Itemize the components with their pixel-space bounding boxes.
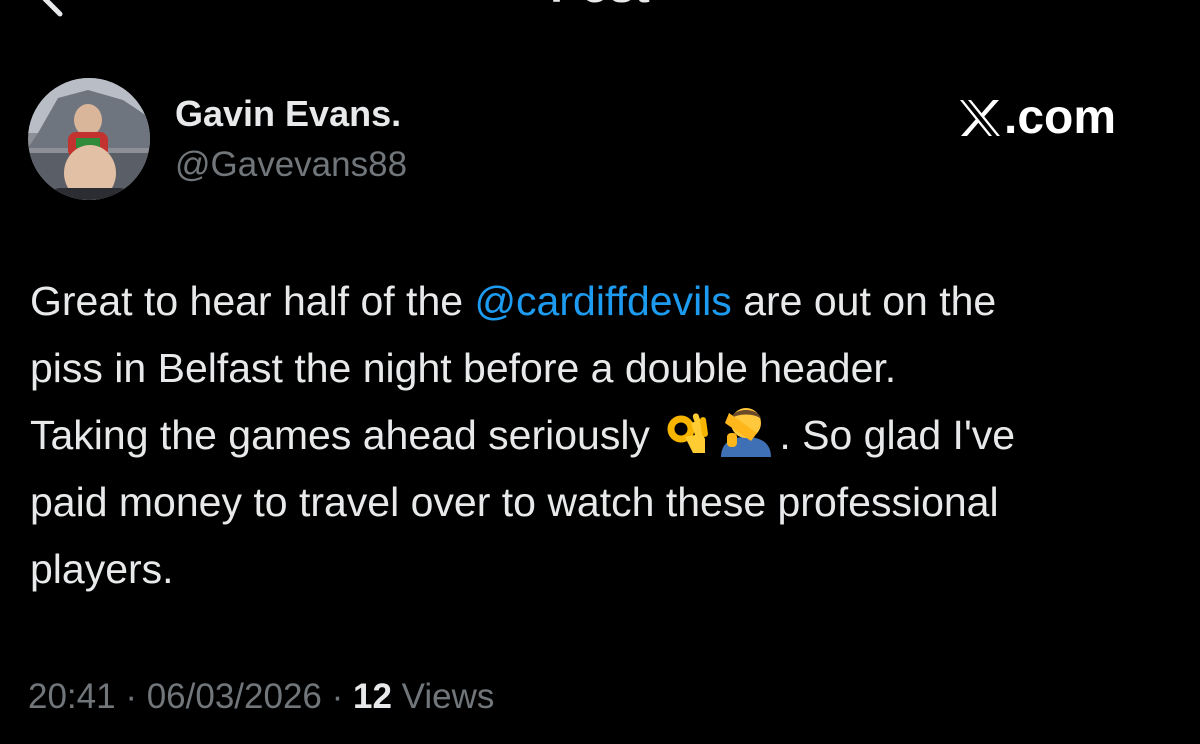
brand-watermark: .com xyxy=(958,90,1116,146)
tweet-text: Great to hear half of the @cardiffdevils… xyxy=(30,268,1180,603)
tweet-text-segment: Taking the games ahead seriously xyxy=(30,412,662,458)
x-logo-icon xyxy=(960,100,1000,136)
tweet-text-segment: . So glad I've xyxy=(779,412,1016,458)
meta-separator: · xyxy=(321,677,353,716)
views-label: Views xyxy=(391,677,495,716)
post-time[interactable]: 20:41 xyxy=(28,677,116,716)
author-display-name[interactable]: Gavin Evans. xyxy=(175,92,401,136)
tweet-line-2: piss in Belfast the night before a doubl… xyxy=(30,345,897,391)
tweet-text-segment: are out on the xyxy=(731,278,997,324)
page-title: Post xyxy=(0,0,1200,12)
mention-link[interactable]: @cardiffdevils xyxy=(474,278,731,324)
tweet-metadata: 20:41 · 06/03/2026 · 12 Views xyxy=(28,672,494,722)
meta-separator: · xyxy=(115,677,147,716)
tweet-line-1: Great to hear half of the @cardiffdevils… xyxy=(30,268,1180,335)
ok-hand-emoji xyxy=(667,413,709,453)
top-bar: Post xyxy=(0,0,1200,17)
avatar[interactable] xyxy=(28,78,150,200)
brand-domain-text: .com xyxy=(1004,91,1117,144)
facepalm-emoji xyxy=(721,408,772,457)
post-date[interactable]: 06/03/2026 xyxy=(147,677,322,716)
profile-photo xyxy=(28,78,150,200)
author-handle[interactable]: @Gavevans88 xyxy=(175,143,407,187)
tweet-text-segment: Great to hear half of the xyxy=(30,278,475,324)
tweet-line-4: paid money to travel over to watch these… xyxy=(30,479,999,525)
tweet-line-5: players. xyxy=(30,546,174,592)
tweet-line-3: Taking the games ahead seriously . So gl… xyxy=(30,402,1180,469)
views-count[interactable]: 12 xyxy=(353,677,392,716)
